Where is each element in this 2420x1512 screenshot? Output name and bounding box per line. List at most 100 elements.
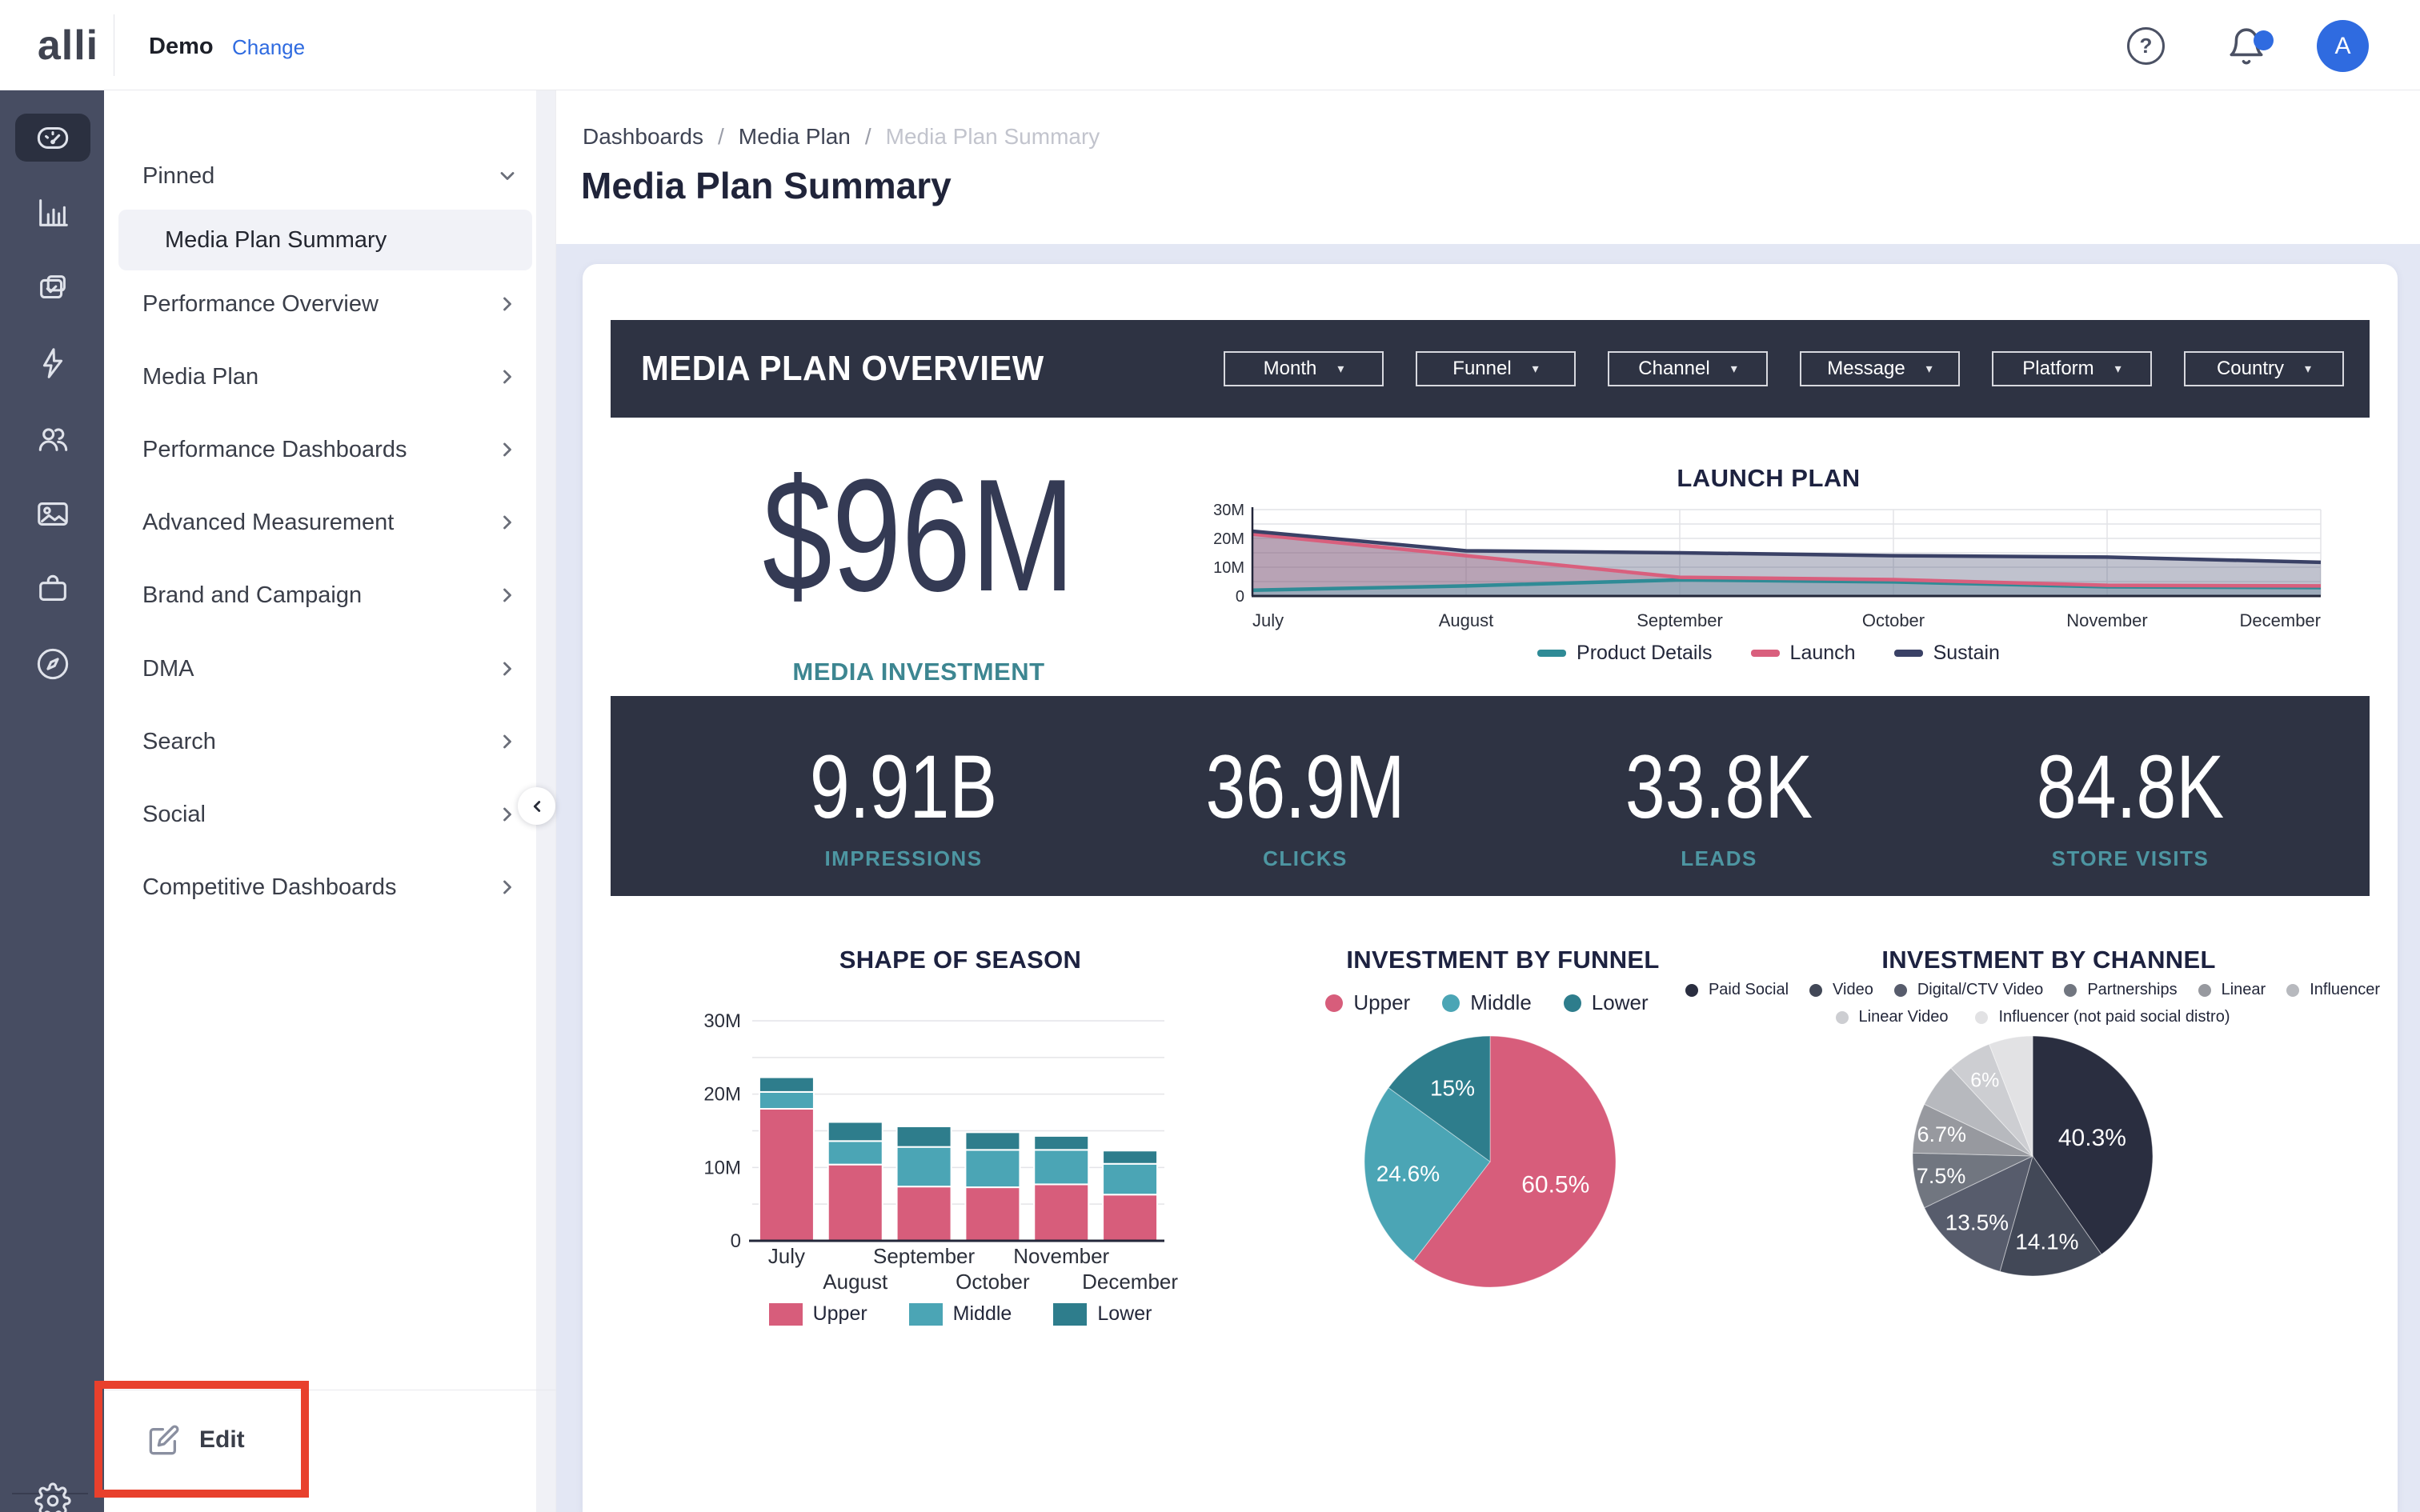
investment-by-channel-legend-row2: Linear Video Influencer (not paid social … xyxy=(1713,1008,2353,1026)
legend-item: Linear xyxy=(2198,981,2266,999)
investment-by-funnel-title: INVESTMENT BY FUNNEL xyxy=(1247,946,1759,974)
svg-text:December: December xyxy=(2240,610,2321,630)
svg-text:24.6%: 24.6% xyxy=(1376,1162,1440,1186)
avatar[interactable]: A xyxy=(2317,20,2369,72)
rail-dashboard-icon[interactable] xyxy=(15,114,90,162)
sidebar-section-pinned[interactable]: Pinned xyxy=(142,152,519,200)
svg-text:October: October xyxy=(956,1270,1030,1294)
sidebar-item-dma[interactable]: DMA xyxy=(142,645,519,693)
rail-compass-icon[interactable] xyxy=(15,640,90,688)
svg-text:August: August xyxy=(1439,610,1494,630)
chevron-right-icon xyxy=(496,511,519,534)
rail-image-icon[interactable] xyxy=(15,490,90,538)
caret-icon: ▾ xyxy=(1731,361,1737,377)
legend-item: Influencer xyxy=(2286,981,2380,999)
legend-item: Influencer (not paid social distro) xyxy=(1975,1008,2230,1026)
change-workspace-link[interactable]: Change xyxy=(232,35,305,60)
rail-clipboard-icon[interactable] xyxy=(15,264,90,312)
breadcrumb-media-plan[interactable]: Media Plan xyxy=(739,124,851,150)
kpi-stats-bar: 9.91B IMPRESSIONS 36.9M CLICKS 33.8K LEA… xyxy=(611,696,2370,896)
main-header: Dashboards / Media Plan / Media Plan Sum… xyxy=(556,90,2420,244)
svg-text:July: July xyxy=(768,1244,805,1268)
legend-item: Lower xyxy=(1564,990,1649,1015)
workspace-name: Demo xyxy=(149,34,214,60)
chevron-right-icon xyxy=(496,803,519,826)
filter-platform[interactable]: Platform▾ xyxy=(1992,351,2152,386)
caret-icon: ▾ xyxy=(2115,361,2122,377)
svg-text:10M: 10M xyxy=(704,1157,741,1178)
alli-logo[interactable]: alli xyxy=(22,0,114,90)
launch-plan-legend: Product DetailsLaunchSustain xyxy=(1408,642,2129,665)
stat-store-visits: 84.8K STORE VISITS xyxy=(1946,742,2314,871)
shape-of-season-title: SHAPE OF SEASON xyxy=(704,946,1216,974)
sidebar-item-social[interactable]: Social xyxy=(142,790,519,838)
breadcrumb-dashboards[interactable]: Dashboards xyxy=(583,124,703,150)
sidebar-item-search[interactable]: Search xyxy=(142,718,519,766)
svg-text:14.1%: 14.1% xyxy=(2015,1229,2078,1254)
legend-item: Linear Video xyxy=(1836,1008,1949,1026)
svg-text:November: November xyxy=(2066,610,2147,630)
rail-users-icon[interactable] xyxy=(15,414,90,462)
svg-text:0: 0 xyxy=(1236,588,1244,606)
icon-rail xyxy=(0,90,104,1512)
chevron-down-icon xyxy=(496,165,519,187)
legend-item: Upper xyxy=(769,1302,867,1326)
investment-by-funnel-legend: UpperMiddleLower xyxy=(1247,990,1727,1015)
sidebar-item-competitive-dashboards[interactable]: Competitive Dashboards xyxy=(142,863,519,911)
caret-icon: ▾ xyxy=(1337,361,1344,377)
sidebar-item-performance-overview[interactable]: Performance Overview xyxy=(142,280,519,328)
filter-message[interactable]: Message▾ xyxy=(1800,351,1960,386)
svg-text:15%: 15% xyxy=(1430,1075,1475,1100)
shape-of-season-legend: Upper Middle Lower xyxy=(720,1302,1200,1326)
svg-text:10M: 10M xyxy=(1213,559,1244,577)
svg-text:November: November xyxy=(1013,1244,1109,1268)
svg-text:6%: 6% xyxy=(1970,1069,1999,1091)
svg-text:0: 0 xyxy=(731,1230,741,1252)
filter-month[interactable]: Month▾ xyxy=(1224,351,1384,386)
legend-item: Middle xyxy=(909,1302,1012,1326)
sidebar-item-performance-dashboards[interactable]: Performance Dashboards xyxy=(142,426,519,474)
filter-funnel[interactable]: Funnel▾ xyxy=(1416,351,1576,386)
rail-chart-icon[interactable] xyxy=(15,189,90,237)
sidebar-item-brand-and-campaign[interactable]: Brand and Campaign xyxy=(142,571,519,619)
svg-text:20M: 20M xyxy=(704,1084,741,1106)
sidebar-item-advanced-measurement[interactable]: Advanced Measurement xyxy=(142,498,519,546)
pinned-label: Pinned xyxy=(142,163,214,190)
overview-header-bar: MEDIA PLAN OVERVIEW Month▾ Funnel▾ Chann… xyxy=(611,320,2370,418)
dashboard-card: MEDIA PLAN OVERVIEW Month▾ Funnel▾ Chann… xyxy=(583,264,2398,1512)
stat-clicks: 36.9M CLICKS xyxy=(1121,742,1489,871)
rail-settings-gear-icon[interactable] xyxy=(15,1477,90,1512)
sidebar-collapse-button[interactable] xyxy=(518,787,555,825)
svg-text:13.5%: 13.5% xyxy=(1945,1210,2009,1234)
chevron-right-icon xyxy=(496,293,519,315)
svg-text:30M: 30M xyxy=(1213,502,1244,519)
svg-text:7.5%: 7.5% xyxy=(1917,1164,1966,1188)
legend-item: Paid Social xyxy=(1685,981,1789,999)
legend-item: Lower xyxy=(1053,1302,1152,1326)
sidebar-item-media-plan[interactable]: Media Plan xyxy=(142,353,519,401)
overview-title: MEDIA PLAN OVERVIEW xyxy=(641,349,1044,389)
caret-icon: ▾ xyxy=(1533,361,1539,377)
svg-text:30M: 30M xyxy=(704,1010,741,1032)
chevron-right-icon xyxy=(496,658,519,680)
top-bar: alli Demo Change ? A xyxy=(0,0,2420,90)
app-root: alli Demo Change ? A xyxy=(0,0,2420,1512)
legend-item: Partnerships xyxy=(2064,981,2177,999)
chevron-left-icon xyxy=(528,798,546,815)
rail-bag-icon[interactable] xyxy=(15,565,90,613)
rail-bolt-icon[interactable] xyxy=(15,339,90,387)
stat-impressions: 9.91B IMPRESSIONS xyxy=(719,742,1088,871)
svg-text:September: September xyxy=(873,1244,976,1268)
filter-country[interactable]: Country▾ xyxy=(2184,351,2344,386)
launch-plan-chart: 010M20M30MJulyAugustSeptemberOctoberNove… xyxy=(1176,490,2377,642)
filter-channel[interactable]: Channel▾ xyxy=(1608,351,1768,386)
legend-item: Middle xyxy=(1442,990,1532,1015)
svg-text:October: October xyxy=(1862,610,1925,630)
sidebar-item-media-plan-summary[interactable]: Media Plan Summary xyxy=(118,210,532,270)
filter-bar: Month▾ Funnel▾ Channel▾ Message▾ Platfor… xyxy=(1224,320,2344,418)
help-icon[interactable]: ? xyxy=(2127,27,2165,65)
svg-text:September: September xyxy=(1637,610,1723,630)
edit-button[interactable]: Edit xyxy=(148,1416,388,1464)
legend-item: Video xyxy=(1809,981,1873,999)
legend-item: Launch xyxy=(1751,642,1856,665)
